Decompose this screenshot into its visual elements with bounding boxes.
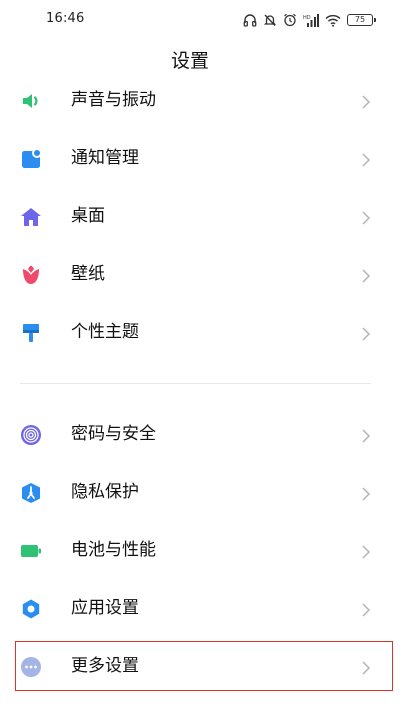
- chevron-right-icon: [361, 428, 371, 443]
- wifi-icon: [325, 14, 341, 27]
- setting-row-app-settings[interactable]: 应用设置: [0, 580, 413, 638]
- notification-icon: [20, 148, 42, 170]
- fingerprint-icon: [20, 424, 42, 446]
- setting-row-privacy[interactable]: 隐私保护: [0, 464, 413, 522]
- settings-group-2: 密码与安全 隐私保护 电池与性能 应用设置 更多设置: [0, 406, 413, 696]
- setting-label: 通知管理: [71, 148, 139, 168]
- settings-group-1: 声音与振动 通知管理 桌面 壁纸 个性主题: [0, 72, 413, 362]
- battery-performance-icon: [20, 540, 42, 562]
- setting-label: 隐私保护: [71, 482, 139, 502]
- setting-label: 壁纸: [71, 264, 105, 284]
- chevron-right-icon: [361, 268, 371, 283]
- battery-icon: 75: [347, 14, 376, 26]
- chevron-right-icon: [361, 660, 371, 675]
- chevron-right-icon: [361, 486, 371, 501]
- setting-row-home-screen[interactable]: 桌面: [0, 188, 413, 246]
- more-dots-icon: [20, 656, 42, 678]
- setting-label: 应用设置: [71, 598, 139, 618]
- flower-icon: [20, 264, 42, 286]
- chevron-right-icon: [361, 544, 371, 559]
- paintbrush-icon: [20, 322, 42, 344]
- chevron-right-icon: [361, 210, 371, 225]
- chevron-right-icon: [361, 152, 371, 167]
- setting-label: 密码与安全: [71, 424, 156, 444]
- status-time: 16:46: [46, 11, 85, 26]
- setting-label: 个性主题: [71, 322, 139, 342]
- setting-label: 声音与振动: [71, 90, 156, 110]
- section-divider: [20, 383, 371, 384]
- setting-label: 电池与性能: [71, 540, 156, 560]
- svg-text:HD: HD: [303, 15, 311, 21]
- status-icons: HD 75: [243, 12, 376, 28]
- setting-row-more-settings[interactable]: 更多设置: [0, 638, 413, 696]
- setting-row-themes[interactable]: 个性主题: [0, 304, 413, 362]
- setting-label: 更多设置: [71, 656, 139, 676]
- setting-row-notifications[interactable]: 通知管理: [0, 130, 413, 188]
- headphones-icon: [243, 13, 257, 27]
- gear-icon: [20, 598, 42, 620]
- speaker-icon: [20, 90, 42, 112]
- privacy-shield-icon: [20, 482, 42, 504]
- alarm-icon: [283, 13, 297, 27]
- signal-icon: HD: [303, 13, 319, 27]
- setting-row-wallpaper[interactable]: 壁纸: [0, 246, 413, 304]
- setting-row-battery-performance[interactable]: 电池与性能: [0, 522, 413, 580]
- setting-row-password-security[interactable]: 密码与安全: [0, 406, 413, 464]
- page-title: 设置: [170, 50, 209, 72]
- setting-label: 桌面: [71, 206, 105, 226]
- chevron-right-icon: [361, 94, 371, 109]
- chevron-right-icon: [361, 602, 371, 617]
- home-icon: [20, 206, 42, 228]
- chevron-right-icon: [361, 326, 371, 341]
- status-bar: 16:46 HD 75: [0, 0, 413, 38]
- notifications-off-icon: [263, 13, 277, 27]
- setting-row-sound[interactable]: 声音与振动: [0, 72, 413, 130]
